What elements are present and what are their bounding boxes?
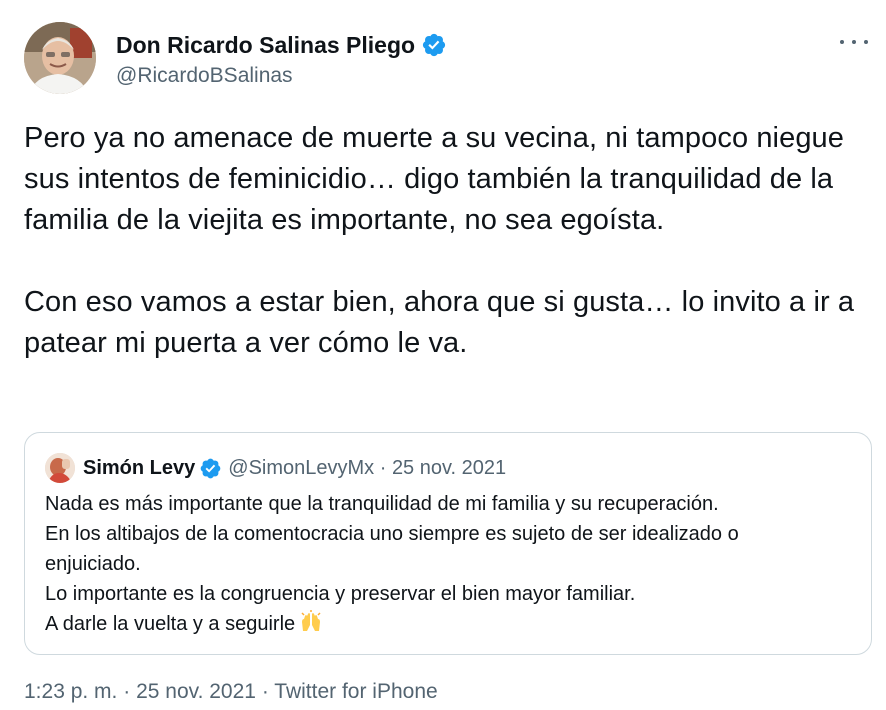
quoted-line: En los altibajos de la comentocracia uno… — [45, 523, 739, 545]
quoted-tweet-header: Simón Levy @SimonLevyMx · 25 nov. 2021 — [45, 453, 506, 483]
user-avatar-icon — [45, 453, 75, 483]
tweet-date: 25 nov. 2021 — [136, 680, 256, 703]
tweet-source-link[interactable]: Twitter for iPhone — [274, 680, 437, 703]
tweet-time: 1:23 p. m. — [24, 680, 118, 703]
tweet-paragraph-1: Pero ya no amenace de muerte a su vecina… — [24, 122, 845, 236]
more-dot — [840, 40, 844, 44]
author-info: Don Ricardo Salinas Pliego @RicardoBSali… — [116, 28, 447, 88]
verified-badge-icon — [200, 458, 221, 478]
tweet-paragraph-2: Con eso vamos a estar bien, ahora que si… — [24, 286, 855, 359]
tweet-timestamp: 1:23 p. m. · 25 nov. 2021 · Twitter for … — [24, 680, 438, 704]
quoted-author-name: Simón Levy — [83, 456, 196, 479]
quoted-author-avatar — [45, 453, 75, 483]
tweet-time-link[interactable]: 1:23 p. m. · 25 nov. 2021 — [24, 680, 256, 703]
quoted-tweet-meta: @SimonLevyMx · 25 nov. 2021 — [228, 456, 507, 479]
quoted-line: A darle la vuelta y a seguirle — [45, 613, 296, 635]
quoted-tweet[interactable]: Simón Levy @SimonLevyMx · 25 nov. 2021 N… — [24, 432, 872, 655]
quoted-line: Nada es más importante que la tranquilid… — [45, 493, 719, 515]
raising-hands-emoji-icon — [299, 609, 323, 642]
quoted-line: Lo importante es la congruencia y preser… — [45, 583, 636, 605]
more-dot — [852, 40, 856, 44]
verified-badge-icon — [422, 33, 446, 57]
author-handle[interactable]: @RicardoBSalinas — [116, 64, 447, 88]
author-avatar[interactable] — [24, 22, 96, 94]
tweet-card: Don Ricardo Salinas Pliego @RicardoBSali… — [0, 0, 886, 710]
author-name-row: Don Ricardo Salinas Pliego — [116, 28, 447, 62]
quoted-line: enjuiciado. — [45, 553, 141, 575]
author-display-name[interactable]: Don Ricardo Salinas Pliego — [116, 32, 415, 59]
more-options-icon[interactable] — [840, 32, 868, 52]
separator: · — [123, 680, 131, 703]
quoted-tweet-text: Nada es más importante que la tranquilid… — [45, 489, 855, 642]
more-dot — [864, 40, 868, 44]
quoted-last-line: A darle la vuelta y a seguirle — [45, 609, 855, 642]
tweet-text: Pero ya no amenace de muerte a su vecina… — [24, 118, 874, 364]
user-avatar-icon — [24, 22, 96, 94]
separator: · — [261, 680, 269, 703]
